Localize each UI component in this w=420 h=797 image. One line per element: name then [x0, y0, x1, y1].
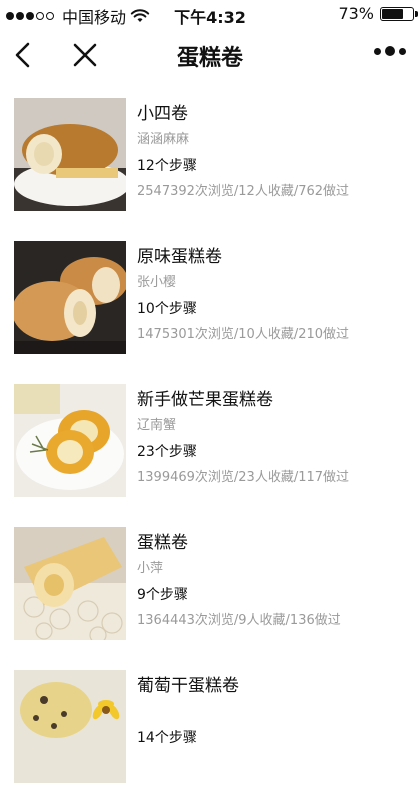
battery-icon [380, 6, 418, 21]
recipe-thumbnail [14, 241, 126, 354]
more-button[interactable] [374, 46, 406, 56]
recipe-info: 小四卷 涵涵麻麻 12个步骤 2547392次浏览/12人收藏/762做过 [137, 102, 410, 202]
recipe-title: 小四卷 [137, 104, 188, 124]
recipe-author: 张小樱 [137, 275, 177, 290]
more-dot [374, 47, 381, 55]
recipe-thumbnail [14, 527, 126, 640]
battery-level-fill [382, 8, 403, 19]
recipe-steps: 23个步骤 [137, 444, 197, 460]
page-title: 蛋糕卷 [176, 46, 243, 71]
recipe-info: 新手做芒果蛋糕卷 辽南蟹 23个步骤 1399469次浏览/23人收藏/117做… [137, 388, 410, 488]
recipe-stats: 1475301次浏览/10人收藏/210做过 [137, 327, 350, 342]
recipe-steps: 14个步骤 [137, 730, 197, 746]
recipe-title: 新手做芒果蛋糕卷 [137, 390, 273, 410]
recipe-list-item[interactable]: 葡萄干蛋糕卷 14个步骤 [0, 654, 420, 797]
recipe-stats: 1364443次浏览/9人收藏/136做过 [137, 613, 341, 628]
recipe-info: 原味蛋糕卷 张小樱 10个步骤 1475301次浏览/10人收藏/210做过 [137, 245, 410, 345]
recipe-steps: 12个步骤 [137, 158, 197, 174]
recipe-steps: 10个步骤 [137, 301, 197, 317]
recipe-thumbnail [14, 670, 126, 783]
recipe-list-item[interactable]: 新手做芒果蛋糕卷 辽南蟹 23个步骤 1399469次浏览/23人收藏/117做… [0, 368, 420, 511]
recipe-list-item[interactable]: 原味蛋糕卷 张小樱 10个步骤 1475301次浏览/10人收藏/210做过 [0, 225, 420, 368]
recipe-author: 小萍 [137, 561, 164, 576]
recipe-list-item[interactable]: 蛋糕卷 小萍 9个步骤 1364443次浏览/9人收藏/136做过 [0, 511, 420, 654]
battery-percent: 73% [338, 4, 374, 23]
recipe-thumbnail [14, 384, 126, 497]
recipe-stats: 2547392次浏览/12人收藏/762做过 [137, 184, 350, 199]
more-dot [385, 46, 395, 56]
recipe-stats: 1399469次浏览/23人收藏/117做过 [137, 470, 350, 485]
battery-cap [415, 10, 418, 17]
recipe-author [137, 702, 410, 722]
recipe-stats [137, 754, 410, 774]
status-bar: 中国移动 下午4:32 73% [0, 0, 420, 28]
recipe-list-item[interactable]: 小四卷 涵涵麻麻 12个步骤 2547392次浏览/12人收藏/762做过 [0, 82, 420, 225]
recipe-info: 蛋糕卷 小萍 9个步骤 1364443次浏览/9人收藏/136做过 [137, 531, 410, 631]
recipe-info: 葡萄干蛋糕卷 14个步骤 [137, 674, 410, 774]
recipe-list: 小四卷 涵涵麻麻 12个步骤 2547392次浏览/12人收藏/762做过 原味… [0, 82, 420, 797]
recipe-thumbnail [14, 98, 126, 211]
status-right: 73% [338, 4, 418, 23]
recipe-author: 涵涵麻麻 [137, 132, 190, 147]
more-dot [399, 47, 406, 55]
recipe-author: 辽南蟹 [137, 418, 177, 433]
recipe-title: 蛋糕卷 [137, 533, 188, 553]
recipe-title: 原味蛋糕卷 [137, 247, 222, 267]
recipe-title: 葡萄干蛋糕卷 [137, 676, 239, 696]
navigation-bar: 蛋糕卷 [0, 28, 420, 82]
recipe-steps: 9个步骤 [137, 587, 188, 603]
